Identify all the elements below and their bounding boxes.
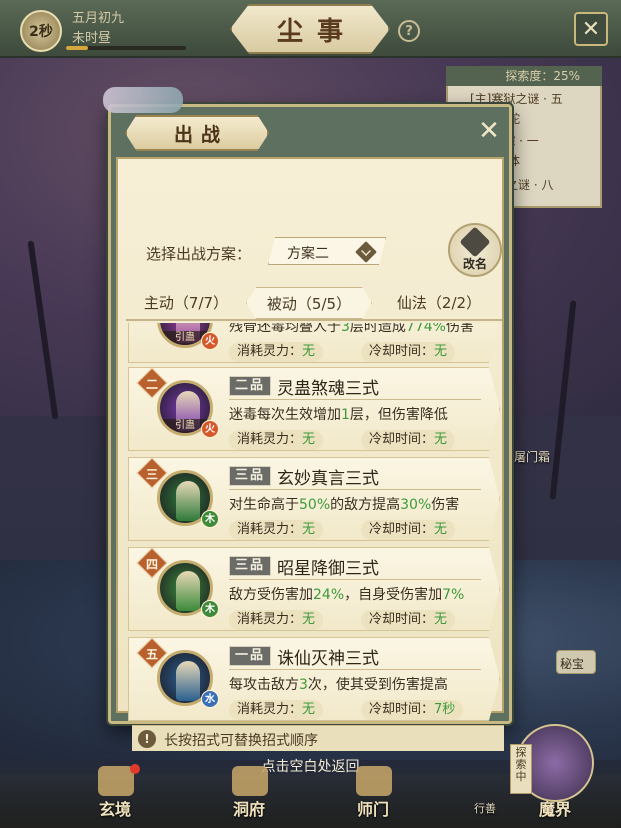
grade-badge: 一品 <box>229 646 271 666</box>
hint-bar: ! 长按招式可替换招式顺序 <box>132 725 504 751</box>
mana-cost: 消耗灵力：无 <box>229 342 324 362</box>
tab-passive-skills[interactable]: 被动（5/5） <box>246 287 372 319</box>
skill-description: 迷毒每次生效增加1层，但伤害降低 <box>229 407 448 423</box>
skill-card[interactable]: 三木三品 玄妙真言三式 对生命高于50%的敌方提高30%伤害 消耗灵力：无 冷却时间：无 <box>128 457 500 541</box>
skill-card[interactable]: 一引蛊火残骨还毒均叠人于3层时造成774%伤害消耗灵力：无冷却时间：无 <box>128 323 500 363</box>
divider <box>229 399 481 400</box>
rename-label: 改名 <box>462 257 487 271</box>
grade-badge: 三品 <box>229 556 271 576</box>
time-of-day-label: 未时昼 <box>72 31 112 46</box>
skill-name: 昭星降御三式 <box>277 559 379 579</box>
sect-icon <box>356 766 392 796</box>
rename-button[interactable]: 改名 <box>448 223 502 277</box>
close-icon[interactable]: ✕ <box>473 115 505 147</box>
skill-name: 玄妙真言三式 <box>277 469 379 489</box>
mansion-icon <box>232 766 268 796</box>
skill-card[interactable]: 二引蛊火二品 灵蛊煞魂三式 迷毒每次生效增加1层，但伤害降低 消耗灵力：无 冷却时间：无 <box>128 367 500 451</box>
battle-modal: 出战 ✕ 选择出战方案： 方案二 改名 主动（7/7） 被动（5/5） 仙法（2… <box>103 87 512 751</box>
skill-card[interactable]: 四木三品 昭星降御三式 敌方受伤害加24%，自身受伤害加7% 消耗灵力：无 冷却时间：无 <box>128 547 500 631</box>
cooldown: 冷却时间：无 <box>361 520 456 540</box>
element-badge: 水 <box>201 690 219 708</box>
cooldown: 冷却时间：无 <box>361 342 456 362</box>
skill-name: 诛仙灭神三式 <box>277 649 379 669</box>
grade-badge: 三品 <box>229 466 271 486</box>
skill-tabs: 主动（7/7） 被动（5/5） 仙法（2/2） <box>126 287 502 319</box>
chevron-down-icon <box>355 241 377 263</box>
cooldown: 冷却时间：无 <box>361 430 456 450</box>
element-badge: 木 <box>201 600 219 618</box>
skill-list[interactable]: 一引蛊火残骨还毒均叠人于3层时造成774%伤害消耗灵力：无冷却时间：无二引蛊火二… <box>126 323 502 727</box>
tab-spells[interactable]: 仙法（2/2） <box>376 287 502 319</box>
notification-dot <box>130 764 140 774</box>
treasure-label: 秘宝 <box>560 657 585 671</box>
timer-badge: 2秒 <box>20 10 62 52</box>
date-label: 五月初九 <box>72 11 125 26</box>
tab-active-skills[interactable]: 主动（7/7） <box>126 287 246 319</box>
divider <box>229 669 481 670</box>
grade-badge: 二品 <box>229 376 271 396</box>
modal-title: 出战 <box>125 115 269 151</box>
exploring-tag: 探索中 <box>510 744 532 794</box>
skill-description: 每攻击敌方3次，使其受到伤害提高 <box>229 677 448 693</box>
tabs-divider <box>126 319 502 321</box>
scene-label[interactable]: 屠门霜 <box>514 448 550 465</box>
skill-description: 敌方受伤害加24%，自身受伤害加7% <box>229 587 465 603</box>
mana-cost: 消耗灵力：无 <box>229 610 324 630</box>
mana-cost: 消耗灵力：无 <box>229 430 324 450</box>
help-button[interactable]: ? <box>398 20 420 42</box>
hint-text: 长按招式可替换招式顺序 <box>164 733 318 749</box>
mana-cost: 消耗灵力：无 <box>229 520 324 540</box>
skill-description: 对生命高于50%的敌方提高30%伤害 <box>229 497 460 513</box>
day-progress-bar <box>66 46 186 50</box>
charity-label[interactable]: 行善 <box>474 800 496 816</box>
modal-content: 选择出战方案： 方案二 改名 主动（7/7） 被动（5/5） 仙法（2/2） 一… <box>116 157 504 751</box>
divider <box>229 489 481 490</box>
plan-select-value: 方案二 <box>287 246 329 262</box>
explore-progress[interactable]: 探索度：25% <box>446 66 602 86</box>
skill-card[interactable]: 五水一品 诛仙灭神三式 每攻击敌方3次，使其受到伤害提高 消耗灵力：无 冷却时间：7秒 <box>128 637 500 721</box>
nav-item-xuanjing[interactable]: 玄境 <box>80 796 150 820</box>
cooldown: 冷却时间：无 <box>361 610 456 630</box>
skill-description: 残骨还毒均叠人于3层时造成774%伤害 <box>229 323 474 335</box>
page-title: 尘事 <box>230 4 390 54</box>
element-badge: 火 <box>201 420 219 438</box>
cloud-ornament-icon <box>103 87 183 113</box>
nav-item-shimen[interactable]: 师门 <box>338 796 408 820</box>
mana-cost: 消耗灵力：无 <box>229 700 324 720</box>
plan-select[interactable]: 方案二 <box>268 237 386 265</box>
skill-name: 灵蛊煞魂三式 <box>277 379 379 399</box>
close-icon[interactable]: ✕ <box>574 12 608 46</box>
top-bar: 2秒 五月初九 未时昼 尘事 ? ✕ <box>0 0 621 58</box>
element-badge: 火 <box>201 332 219 350</box>
nav-item-dongfu[interactable]: 洞府 <box>214 796 284 820</box>
cooldown: 冷却时间：7秒 <box>361 700 464 720</box>
nav-item-mojie[interactable]: 魔界 <box>520 796 590 820</box>
explore-item[interactable]: 之谜 · 八 <box>506 176 553 193</box>
info-icon: ! <box>138 730 156 748</box>
divider <box>229 579 481 580</box>
scroll-icon <box>98 766 134 796</box>
element-badge: 木 <box>201 510 219 528</box>
rename-icon <box>459 226 491 258</box>
plan-label: 选择出战方案： <box>146 245 252 263</box>
